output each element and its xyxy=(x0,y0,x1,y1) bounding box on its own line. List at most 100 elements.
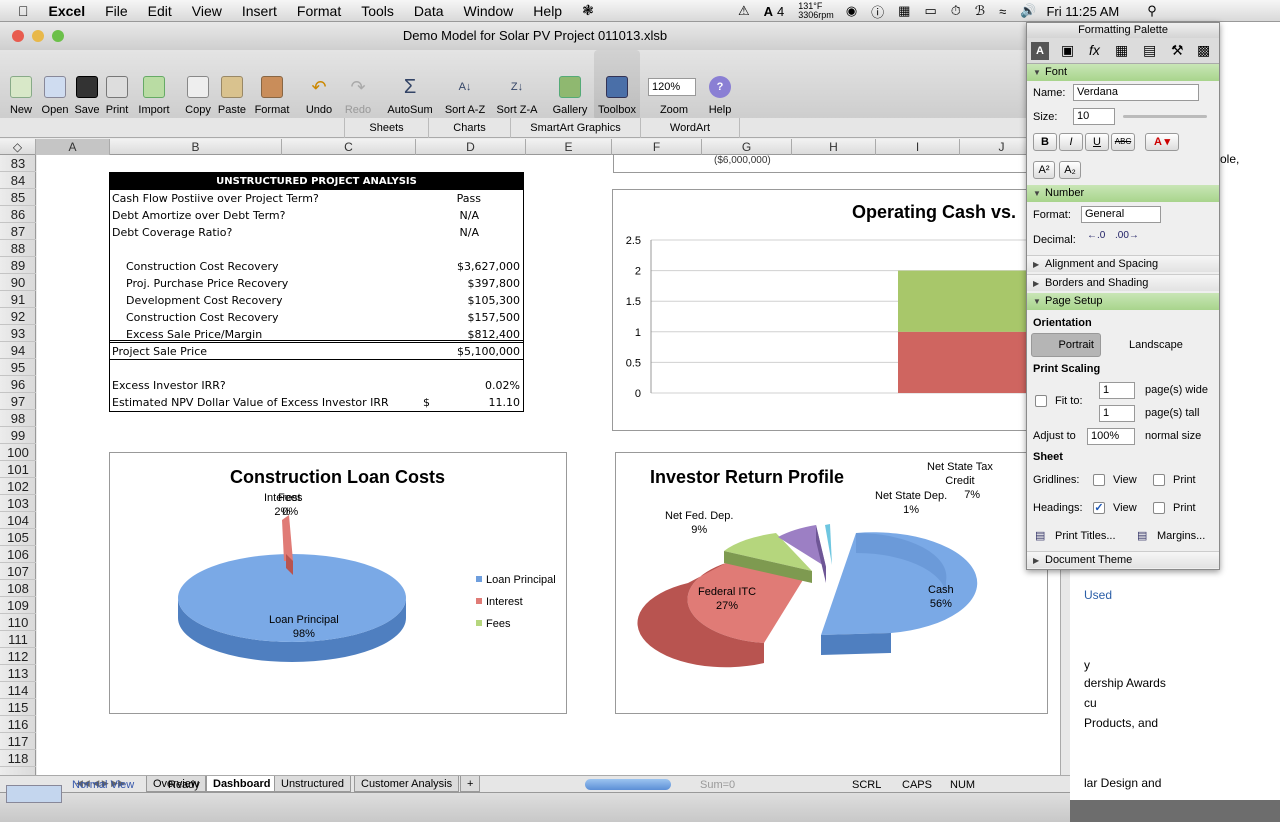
row-header[interactable]: 94 xyxy=(0,342,36,359)
row-header[interactable]: 96 xyxy=(0,376,36,393)
table-row[interactable]: Cash Flow Postiive over Project Term? Pas… xyxy=(110,190,523,207)
volume-icon[interactable]: 🔊 xyxy=(1020,3,1036,19)
row-header[interactable]: 114 xyxy=(0,682,36,699)
section-document-theme[interactable]: ▶ Document Theme xyxy=(1027,551,1219,568)
menu-app-excel[interactable]: Excel xyxy=(39,3,96,19)
font-name-select[interactable]: Verdana xyxy=(1073,84,1199,101)
reference-tools-icon[interactable]: ▤ xyxy=(1143,42,1156,59)
table-row[interactable]: Development Cost Recovery $105,300 xyxy=(110,292,523,309)
row-header[interactable]: 90 xyxy=(0,274,36,291)
strikethrough-button[interactable]: ABC xyxy=(1111,133,1135,151)
save-button[interactable]: Save xyxy=(72,50,102,120)
open-button[interactable]: Open xyxy=(38,50,72,120)
column-header-d[interactable]: D xyxy=(416,139,526,155)
superscript-button[interactable]: A² xyxy=(1033,161,1055,179)
font-icon[interactable]: A xyxy=(764,4,773,19)
horizontal-scroll-thumb[interactable] xyxy=(585,779,671,790)
table-row[interactable]: Debt Amortize over Debt Term? N/A xyxy=(110,207,523,224)
paste-button[interactable]: Paste xyxy=(216,50,248,120)
table-row[interactable]: Debt Coverage Ratio? N/A xyxy=(110,224,523,241)
section-number[interactable]: ▼ Number xyxy=(1027,185,1219,202)
row-header[interactable]: 100 xyxy=(0,444,36,461)
new-button[interactable]: New xyxy=(4,50,38,120)
headings-view-checkbox[interactable]: ✓ xyxy=(1093,502,1105,514)
select-all-icon[interactable]: ◇ xyxy=(0,139,36,155)
table-row[interactable]: Excess Sale Price/Margin $812,400 xyxy=(110,326,523,343)
sort-az-button[interactable]: A↓ Sort A-Z xyxy=(440,50,490,120)
time-machine-icon[interactable]: ⏱ xyxy=(951,3,961,19)
print-button[interactable]: Print xyxy=(102,50,132,120)
construction-loan-chart[interactable]: Construction Loan Costs Interest 2% Fees 0… xyxy=(109,452,567,714)
row-header[interactable]: 91 xyxy=(0,291,36,308)
formatting-palette-icon[interactable]: A xyxy=(1031,42,1049,60)
menu-help[interactable]: Help xyxy=(523,3,572,19)
table-row[interactable]: Construction Cost Recovery $157,500 xyxy=(110,309,523,326)
row-header[interactable]: 118 xyxy=(0,750,36,767)
tab-charts[interactable]: Charts xyxy=(428,118,510,138)
section-page-setup[interactable]: ▼ Page Setup xyxy=(1027,293,1219,310)
table-row[interactable]: Construction Cost Recovery $3,627,000 xyxy=(110,258,523,275)
column-header-f[interactable]: F xyxy=(612,139,702,155)
row-header[interactable]: 95 xyxy=(0,359,36,376)
font-size-slider[interactable] xyxy=(1123,115,1207,118)
row-header[interactable]: 98 xyxy=(0,410,36,427)
investor-return-chart[interactable]: Investor Return Profile Net State Tax Cre… xyxy=(615,452,1048,714)
row-header[interactable]: 109 xyxy=(0,597,36,614)
row-header[interactable]: 102 xyxy=(0,478,36,495)
adjust-to-field[interactable]: 100% xyxy=(1087,428,1135,445)
view-buttons[interactable] xyxy=(6,785,62,803)
toolbox-button[interactable]: Toolbox xyxy=(594,50,640,120)
row-header[interactable]: 97 xyxy=(0,393,36,410)
operating-cash-chart[interactable]: Operating Cash vs. 2.5 2 1.5 1 0.5 0 xyxy=(612,189,1060,431)
warning-icon[interactable]: ⚠ xyxy=(738,3,750,19)
row-header[interactable]: 84 xyxy=(0,172,36,189)
row-header[interactable]: 87 xyxy=(0,223,36,240)
row-header[interactable]: 117 xyxy=(0,733,36,750)
pages-wide-field[interactable]: 1 xyxy=(1099,382,1135,399)
add-sheet-button[interactable]: + xyxy=(460,776,481,792)
gridlines-view-checkbox[interactable] xyxy=(1093,474,1105,486)
object-palette-icon[interactable]: ▣ xyxy=(1061,42,1074,59)
info-icon[interactable]: ⓘ xyxy=(871,2,884,21)
table-row[interactable]: Proj. Purchase Price Recovery $397,800 xyxy=(110,275,523,292)
column-header-c[interactable]: C xyxy=(282,139,416,155)
column-header-i[interactable]: I xyxy=(876,139,960,155)
print-titles-button[interactable]: Print Titles... xyxy=(1055,530,1116,542)
column-header-b[interactable]: B xyxy=(110,139,282,155)
section-alignment[interactable]: ▶ Alignment and Spacing xyxy=(1027,255,1219,272)
row-header[interactable]: 104 xyxy=(0,512,36,529)
table-row[interactable]: Project Sale Price $5,100,000 xyxy=(110,343,523,360)
table-row[interactable]: Excess Investor IRR? 0.02% xyxy=(110,377,523,394)
font-size-select[interactable]: 10 xyxy=(1073,108,1115,125)
column-header-e[interactable]: E xyxy=(526,139,612,155)
format-painter-button[interactable]: Format xyxy=(252,50,292,120)
project-palette-icon[interactable]: ▩ xyxy=(1197,42,1210,59)
row-header[interactable]: 101 xyxy=(0,461,36,478)
gridlines-print-checkbox[interactable] xyxy=(1153,474,1165,486)
row-header[interactable]: 105 xyxy=(0,529,36,546)
fit-to-checkbox[interactable] xyxy=(1035,395,1047,407)
margins-button[interactable]: Margins... xyxy=(1157,530,1205,542)
menu-file[interactable]: File xyxy=(95,3,138,19)
display-icon[interactable]: ▭ xyxy=(924,3,936,19)
menu-data[interactable]: Data xyxy=(404,3,454,19)
row-header[interactable]: 107 xyxy=(0,563,36,580)
undo-button[interactable]: ↶ Undo xyxy=(302,50,336,120)
import-button[interactable]: Import xyxy=(134,50,174,120)
disk-icon[interactable]: ◉ xyxy=(846,3,857,19)
spotlight-icon[interactable]: ⚲ xyxy=(1147,3,1157,19)
minimize-button[interactable] xyxy=(32,30,44,42)
clock[interactable]: Fri 11:25 AM xyxy=(1046,4,1119,19)
apple-icon[interactable]:  xyxy=(0,3,39,19)
row-header[interactable]: 89 xyxy=(0,257,36,274)
underline-button[interactable]: U xyxy=(1085,133,1109,151)
redo-button[interactable]: ↷ Redo xyxy=(342,50,374,120)
pages-tall-field[interactable]: 1 xyxy=(1099,405,1135,422)
menu-tools[interactable]: Tools xyxy=(351,3,404,19)
increase-decimal-icon[interactable]: ←.0 xyxy=(1087,230,1105,241)
sort-za-button[interactable]: Z↓ Sort Z-A xyxy=(492,50,542,120)
tab-smartart[interactable]: SmartArt Graphics xyxy=(510,118,640,138)
tab-wordart[interactable]: WordArt xyxy=(640,118,740,138)
row-header[interactable]: 111 xyxy=(0,631,36,648)
zoom-control[interactable]: 120% Zoom xyxy=(644,50,704,120)
